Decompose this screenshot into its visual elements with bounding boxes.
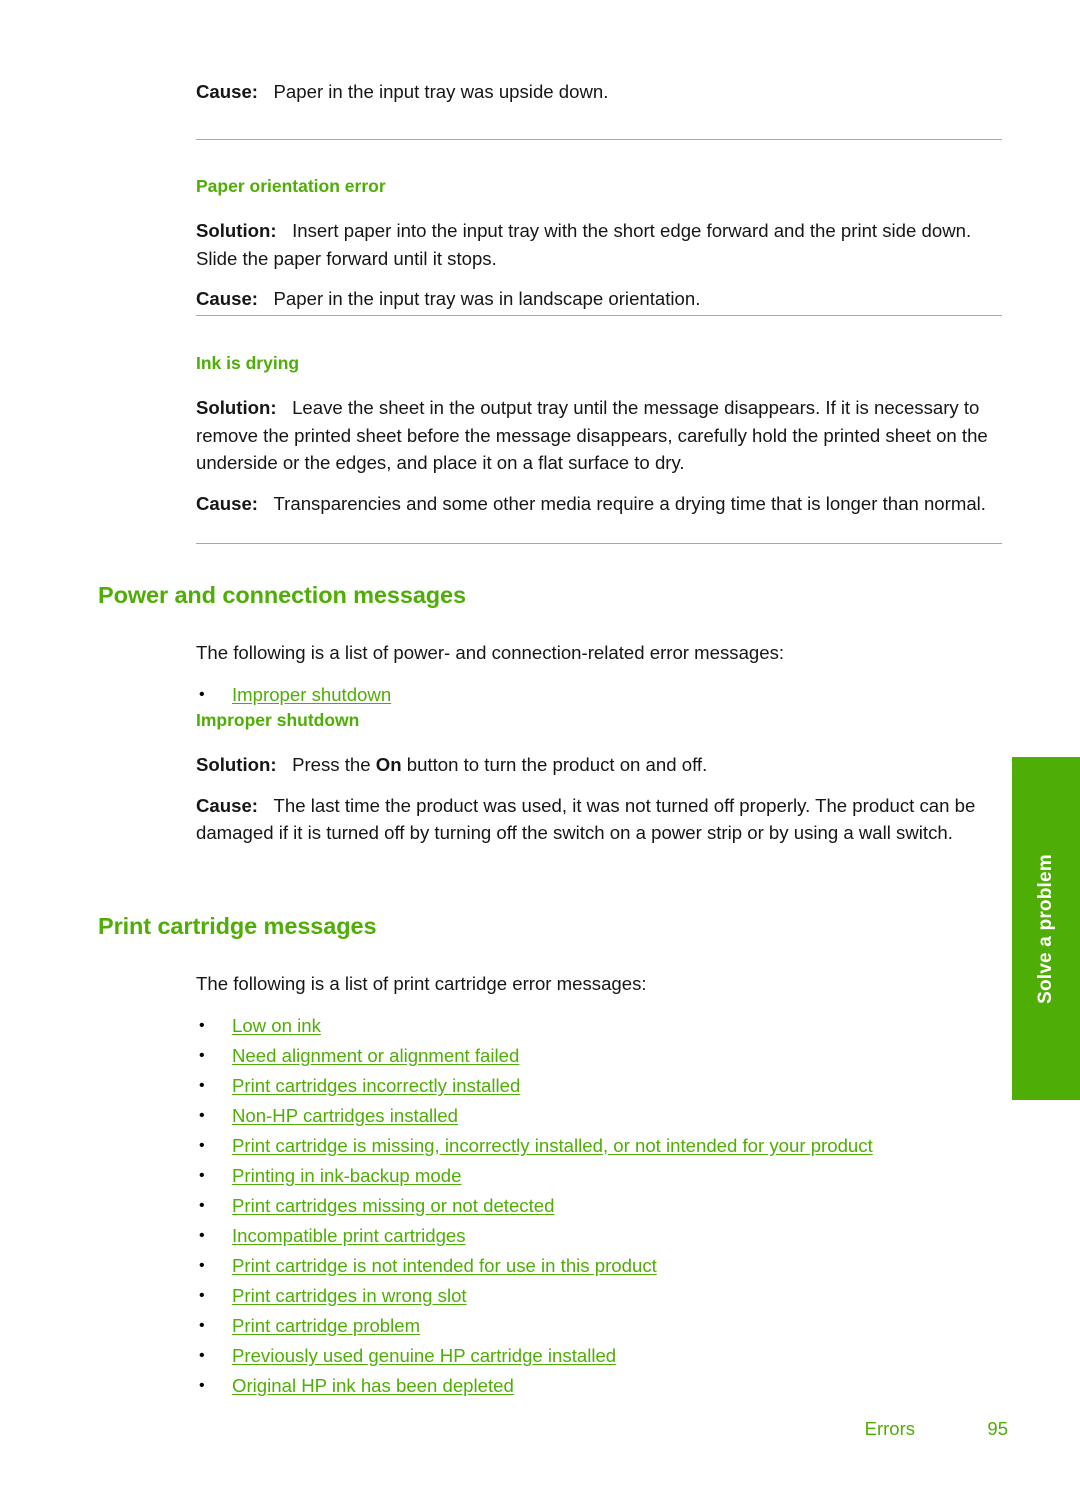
bullet-icon: • (199, 1166, 205, 1184)
improper-shutdown-solution-block: Solution: Press the On button to turn th… (196, 751, 1008, 847)
improper-shutdown-section: Improper shutdown Solution: Press the On… (98, 710, 1008, 847)
cause-paragraph: Cause: Paper in the input tray was in la… (196, 285, 1008, 313)
list-item: • Need alignment or alignment failed (196, 1041, 1008, 1071)
cartridge-message-link[interactable]: Low on ink (232, 1015, 321, 1036)
print-cartridge-messages-section: Print cartridge messages The following i… (98, 913, 1008, 1401)
document-page: Cause: Paper in the input tray was upsid… (0, 0, 1080, 1495)
footer-chapter-name: Errors (864, 1418, 915, 1439)
cartridge-message-link[interactable]: Print cartridges incorrectly installed (232, 1075, 520, 1096)
bullet-icon: • (199, 1136, 205, 1154)
bullet-icon: • (199, 1016, 205, 1034)
cartridge-message-link[interactable]: Print cartridge is not intended for use … (232, 1255, 657, 1276)
bullet-icon: • (199, 1076, 205, 1094)
list-item: • Printing in ink-backup mode (196, 1161, 1008, 1191)
bullet-icon: • (199, 1346, 205, 1364)
section-divider-3 (196, 543, 1002, 544)
solution-paragraph: Solution: Leave the sheet in the output … (196, 394, 1008, 477)
print-cartridge-intro: The following is a list of print cartrid… (196, 973, 647, 994)
ink-is-drying-heading: Ink is drying (196, 353, 300, 373)
list-item: • Print cartridge problem (196, 1311, 1008, 1341)
solution-text-before: Press the (292, 754, 376, 775)
power-and-connection-intro: The following is a list of power- and co… (196, 642, 785, 663)
cartridge-message-link[interactable]: Printing in ink-backup mode (232, 1165, 461, 1186)
top-cause-block: Cause: Paper in the input tray was upsid… (196, 78, 1008, 106)
list-item: • Original HP ink has been depleted (196, 1371, 1008, 1401)
list-item: • Print cartridges missing or not detecte… (196, 1191, 1008, 1221)
cause-text: Transparencies and some other media requ… (273, 492, 986, 514)
list-item: • Previously used genuine HP cartridge in… (196, 1341, 1008, 1371)
ink-is-drying-section: Ink is drying Solution: Leave the sheet … (98, 353, 1008, 517)
cause-paragraph: Cause: The last time the product was use… (196, 792, 1008, 847)
power-and-connection-heading: Power and connection messages (98, 582, 466, 608)
cartridge-message-link[interactable]: Non-HP cartridges installed (232, 1105, 458, 1126)
section-divider-2 (196, 315, 1002, 316)
cartridge-message-link[interactable]: Original HP ink has been depleted (232, 1375, 514, 1396)
cartridge-message-link[interactable]: Print cartridge problem (232, 1315, 420, 1336)
bullet-icon: • (199, 1046, 205, 1064)
improper-shutdown-heading: Improper shutdown (196, 710, 360, 730)
bullet-icon: • (199, 685, 205, 703)
list-item: • Incompatible print cartridges (196, 1221, 1008, 1251)
cartridge-message-link[interactable]: Print cartridges in wrong slot (232, 1285, 467, 1306)
list-item: • Print cartridges in wrong slot (196, 1281, 1008, 1311)
paper-orientation-error-heading: Paper orientation error (196, 176, 386, 196)
list-item: • Print cartridge is missing, incorrectly… (196, 1131, 1008, 1161)
on-button-name: On (375, 754, 402, 775)
solution-label: Solution: (196, 397, 277, 418)
cause-paragraph: Cause: Transparencies and some other med… (196, 490, 1008, 518)
power-and-connection-section: Power and connection messages The follow… (98, 582, 1008, 710)
cause-text: Paper in the input tray was in landscape… (273, 288, 701, 309)
cartridge-message-link[interactable]: Need alignment or alignment failed (232, 1045, 519, 1066)
section-divider-1 (196, 139, 1002, 140)
power-and-connection-intro-block: The following is a list of power- and co… (196, 639, 1008, 667)
bullet-icon: • (199, 1376, 205, 1394)
cause-text: Paper in the input tray was upside down. (273, 81, 609, 102)
power-and-connection-link-list: • Improper shutdown (196, 680, 1008, 710)
solution-label: Solution: (196, 754, 277, 775)
paper-orientation-solution-block: Solution: Insert paper into the input tr… (196, 217, 1008, 313)
cause-text: The last time the product was used, it w… (196, 794, 976, 844)
chapter-side-tab-label: Solve a problem (1035, 853, 1056, 1004)
solution-paragraph: Solution: Insert paper into the input tr… (196, 217, 1008, 272)
print-cartridge-link-list: • Low on ink • Need alignment or alignment … (196, 1011, 1008, 1401)
solution-text: Leave the sheet in the output tray until… (196, 397, 988, 473)
bullet-icon: • (199, 1226, 205, 1244)
cartridge-message-link[interactable]: Incompatible print cartridges (232, 1225, 466, 1246)
bullet-icon: • (199, 1286, 205, 1304)
cause-label: Cause: (196, 81, 259, 102)
list-item: • Improper shutdown (196, 680, 1008, 710)
cause-label: Cause: (196, 492, 259, 514)
cause-label: Cause: (196, 794, 259, 816)
bullet-icon: • (199, 1316, 205, 1334)
cartridge-message-link[interactable]: Print cartridge is missing, incorrectly … (232, 1135, 873, 1156)
ink-is-drying-solution-block: Solution: Leave the sheet in the output … (196, 394, 1008, 517)
power-message-link[interactable]: Improper shutdown (232, 684, 391, 705)
solution-text: Insert paper into the input tray with th… (196, 220, 972, 269)
list-item: • Low on ink (196, 1011, 1008, 1041)
top-cause-paragraph: Cause: Paper in the input tray was upsid… (196, 78, 1008, 106)
print-cartridge-messages-heading: Print cartridge messages (98, 913, 377, 939)
paper-orientation-error-section: Paper orientation error Solution: Insert… (98, 176, 1008, 313)
solution-label: Solution: (196, 220, 277, 241)
list-item: • Non-HP cartridges installed (196, 1101, 1008, 1131)
solution-paragraph: Solution: Press the On button to turn th… (196, 751, 1008, 779)
cartridge-message-link[interactable]: Print cartridges missing or not detected (232, 1195, 554, 1216)
list-item: • Print cartridges incorrectly installed (196, 1071, 1008, 1101)
bullet-icon: • (199, 1106, 205, 1124)
solution-text-after: button to turn the product on and off. (401, 754, 708, 775)
page-footer: Errors 95 (98, 1418, 1008, 1444)
chapter-side-tab: Solve a problem (1012, 757, 1080, 1100)
print-cartridge-intro-block: The following is a list of print cartrid… (196, 970, 1008, 998)
footer-page-number: 95 (987, 1418, 1008, 1439)
bullet-icon: • (199, 1256, 205, 1274)
list-item: • Print cartridge is not intended for use… (196, 1251, 1008, 1281)
cause-label: Cause: (196, 288, 259, 309)
page-content: Cause: Paper in the input tray was upsid… (98, 78, 1008, 106)
cartridge-message-link[interactable]: Previously used genuine HP cartridge ins… (232, 1345, 616, 1366)
bullet-icon: • (199, 1196, 205, 1214)
